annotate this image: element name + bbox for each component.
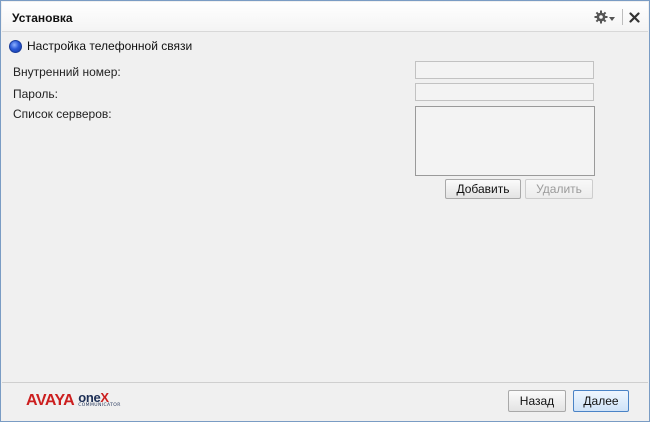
servers-list[interactable] bbox=[415, 106, 595, 176]
logo-product: oneX COMMUNICATOR bbox=[78, 391, 121, 409]
section-header: Настройка телефонной связи bbox=[9, 39, 192, 53]
section-marker-icon bbox=[9, 39, 22, 53]
servers-label: Список серверов: bbox=[13, 107, 112, 121]
avaya-logo: AVAYA oneX COMMUNICATOR bbox=[26, 391, 121, 409]
settings-menu-button[interactable] bbox=[594, 10, 615, 24]
section-title: Настройка телефонной связи bbox=[27, 39, 193, 53]
gear-icon bbox=[594, 10, 608, 24]
logo-brand: AVAYA bbox=[26, 391, 75, 409]
footer: AVAYA oneX COMMUNICATOR Назад Далее bbox=[2, 383, 648, 420]
back-button[interactable]: Назад bbox=[508, 390, 566, 412]
window-title: Установка bbox=[12, 11, 73, 25]
setup-window: Установка Настройка телефонной связи Вну… bbox=[0, 0, 650, 422]
next-button[interactable]: Далее bbox=[573, 390, 629, 412]
title-controls bbox=[594, 8, 640, 26]
logo-tagline: COMMUNICATOR bbox=[78, 403, 121, 408]
close-icon bbox=[629, 11, 640, 23]
extension-label: Внутренний номер: bbox=[13, 65, 121, 79]
password-field[interactable] bbox=[415, 83, 594, 101]
extension-field[interactable] bbox=[415, 61, 594, 79]
title-separator bbox=[622, 9, 623, 25]
remove-server-button[interactable]: Удалить bbox=[525, 179, 593, 199]
chevron-down-icon bbox=[609, 17, 615, 21]
title-bar: Установка bbox=[2, 2, 648, 32]
close-button[interactable] bbox=[629, 11, 640, 23]
add-server-button[interactable]: Добавить bbox=[445, 179, 521, 199]
password-label: Пароль: bbox=[13, 87, 58, 101]
